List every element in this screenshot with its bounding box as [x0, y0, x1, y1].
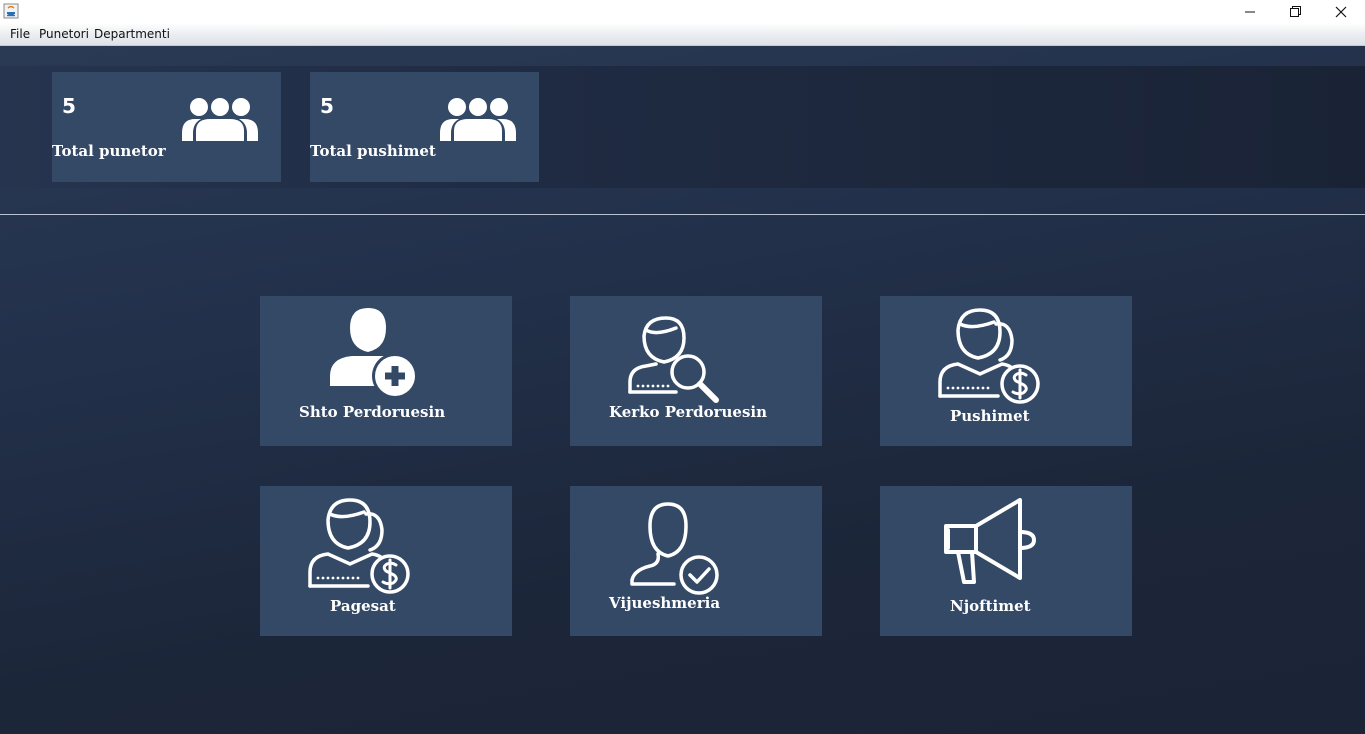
tile-pushimet[interactable]: Pushimet [880, 296, 1132, 446]
java-app-icon [3, 3, 19, 19]
tile-vijueshmeria[interactable]: Vijueshmeria [570, 486, 822, 636]
dashboard-main: 5 Total punetor 5 Total pushimet Shto Pe… [0, 46, 1365, 734]
stat-value: 5 [62, 94, 76, 118]
menu-file[interactable]: File [10, 27, 30, 41]
group-icon [182, 98, 258, 141]
megaphone-icon [944, 498, 1036, 584]
user-check-icon [630, 502, 719, 595]
user-add-icon [330, 308, 418, 398]
tile-njoftimet[interactable]: Njoftimet [880, 486, 1132, 636]
menu-bar: File Punetori Departmenti [0, 23, 1365, 46]
separator-line [0, 214, 1365, 215]
tile-label: Njoftimet [950, 597, 1031, 615]
tile-pagesat[interactable]: Pagesat [260, 486, 512, 636]
close-icon [1335, 6, 1347, 17]
stat-card-total-punetor: 5 Total punetor [52, 72, 281, 182]
tile-kerko-perdoruesin[interactable]: Kerko Perdoruesin [570, 296, 822, 446]
stat-value: 5 [320, 94, 334, 118]
minimize-button[interactable] [1227, 0, 1273, 23]
stat-label: Total pushimet [310, 142, 436, 160]
stat-label: Total punetor [52, 142, 166, 160]
users-dollar-icon [938, 308, 1040, 404]
group-icon [440, 98, 516, 141]
users-dollar-icon [308, 498, 410, 594]
tile-label: Pagesat [330, 597, 396, 615]
restore-icon [1289, 6, 1301, 17]
tile-label: Shto Perdoruesin [299, 403, 446, 421]
menu-departmenti[interactable]: Departmenti [94, 27, 170, 41]
tile-label: Pushimet [950, 407, 1030, 425]
user-search-icon [628, 316, 719, 403]
minimize-icon [1245, 11, 1255, 12]
tile-label: Kerko Perdoruesin [609, 403, 767, 421]
stat-card-total-pushimet: 5 Total pushimet [310, 72, 539, 182]
title-bar [0, 0, 1365, 23]
tile-label: Vijueshmeria [609, 594, 721, 612]
restore-button[interactable] [1272, 0, 1318, 23]
close-button[interactable] [1318, 0, 1364, 23]
menu-punetori[interactable]: Punetori [39, 27, 89, 41]
tile-shto-perdoruesin[interactable]: Shto Perdoruesin [260, 296, 512, 446]
